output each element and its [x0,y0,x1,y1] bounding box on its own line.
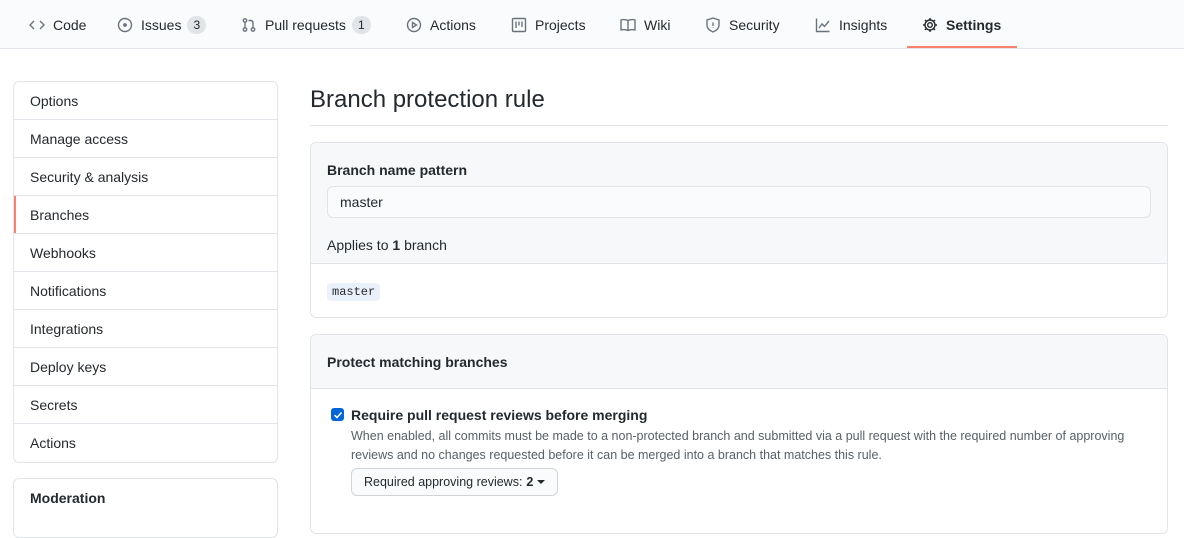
applies-count: 1 [392,237,401,253]
repo-nav: Code Issues 3 Pull requests 1 Actions Pr… [0,0,1184,49]
shield-icon [705,16,721,33]
sidebar-item-deploy-keys[interactable]: Deploy keys [14,348,277,386]
tab-projects-label: Projects [535,16,586,33]
tab-issues[interactable]: Issues 3 [117,0,207,49]
sidebar-item-branches[interactable]: Branches [14,196,277,234]
branch-pattern-header: Branch name pattern Applies to 1 branch [311,143,1167,264]
sidebar-item-integrations[interactable]: Integrations [14,310,277,348]
tab-actions-label: Actions [430,16,476,33]
issue-icon [117,17,133,33]
tab-wiki-label: Wiki [644,16,671,33]
issues-count-badge: 3 [187,15,207,34]
require-reviews-description: When enabled, all commits must be made t… [351,429,1125,462]
tab-wiki[interactable]: Wiki [620,0,670,49]
required-reviews-label: Required approving reviews: [364,475,523,489]
pull-request-icon [241,17,257,33]
tab-insights[interactable]: Insights [815,0,887,49]
branch-pattern-box: Branch name pattern Applies to 1 branch … [310,142,1168,318]
title-divider [310,125,1168,126]
sidebar-item-notifications[interactable]: Notifications [14,272,277,310]
required-reviews-dropdown[interactable]: Required approving reviews: 2 [351,468,559,496]
code-icon [29,17,45,33]
sidebar-item-secrets[interactable]: Secrets [14,386,277,424]
tab-code-label: Code [53,16,87,33]
project-icon [511,17,527,33]
sidebar-item-manage-access[interactable]: Manage access [14,120,277,158]
tab-actions[interactable]: Actions [406,0,476,49]
branch-pattern-input[interactable] [327,186,1151,218]
active-tab-underline [907,46,1017,48]
applies-suffix: branch [404,237,447,253]
tab-security[interactable]: Security [705,0,780,49]
pull-requests-count-badge: 1 [351,15,371,34]
settings-sidebar: Options Manage access Security & analysi… [13,81,278,463]
caret-down-icon [537,480,546,484]
gear-icon [922,17,938,33]
required-reviews-value: 2 [526,475,534,489]
tab-settings-label: Settings [946,16,1002,33]
tab-pull-requests-label: Pull requests [265,16,346,33]
tab-code[interactable]: Code [29,0,86,49]
sidebar-item-webhooks[interactable]: Webhooks [14,234,277,272]
play-icon [406,17,422,33]
require-reviews-checkbox[interactable] [331,408,344,421]
sidebar-item-options[interactable]: Options [14,82,277,120]
require-reviews-title: Require pull request reviews before merg… [351,407,648,423]
book-icon [620,17,636,33]
graph-icon [815,17,831,33]
tab-issues-label: Issues [141,16,182,33]
tab-settings[interactable]: Settings [922,0,1001,49]
tab-pull-requests[interactable]: Pull requests 1 [241,0,371,49]
tab-insights-label: Insights [839,16,888,33]
moderation-sidebar: Moderation [13,478,278,538]
page-title: Branch protection rule [310,86,545,113]
tab-projects[interactable]: Projects [511,0,586,49]
tab-security-label: Security [729,16,780,33]
branch-pattern-label: Branch name pattern [327,162,468,178]
sidebar-item-actions[interactable]: Actions [14,424,277,462]
protect-heading: Protect matching branches [311,335,1167,389]
protect-branches-box: Protect matching branches Require pull r… [310,334,1168,534]
sidebar-item-security-analysis[interactable]: Security & analysis [14,158,277,196]
matched-branch-chip: master [327,283,381,301]
moderation-heading: Moderation [30,490,106,506]
applies-to-text: Applies to 1 branch [327,237,447,253]
applies-prefix: Applies to [327,237,389,253]
checkmark-icon [333,411,342,419]
